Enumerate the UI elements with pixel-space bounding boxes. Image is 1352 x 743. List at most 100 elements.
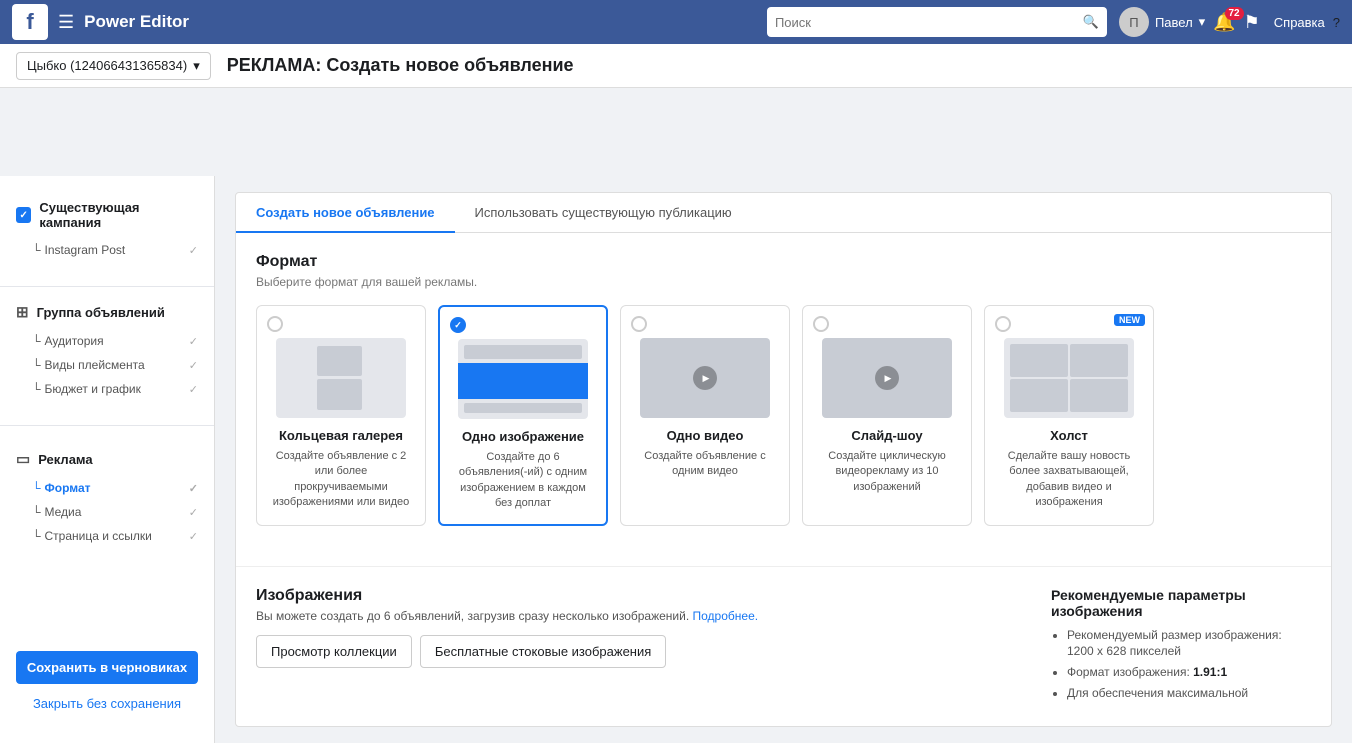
card-body: Формат Выберите формат для вашей рекламы…: [236, 233, 1331, 546]
tree-connector-icon: └: [32, 382, 41, 396]
check-icon: ✓: [189, 383, 198, 396]
help-icon: ?: [1333, 15, 1340, 30]
format-radio-single-video: [631, 316, 647, 332]
images-left: Изображения Вы можете создать до 6 объяв…: [256, 587, 1031, 706]
search-bar[interactable]: 🔍: [767, 7, 1107, 37]
format-desc-carousel: Создайте объявление с 2 или более прокру…: [269, 449, 413, 511]
format-radio-single-image: [450, 317, 466, 333]
tree-connector-icon: └: [32, 505, 41, 519]
media-label: Медиа: [45, 505, 82, 519]
save-drafts-button[interactable]: Сохранить в черновиках: [16, 651, 198, 684]
search-icon: 🔍: [1083, 14, 1099, 30]
check-icon: ✓: [189, 244, 198, 257]
check-icon: ✓: [189, 335, 198, 348]
format-preview-single-image: [458, 339, 588, 419]
format-card-carousel[interactable]: Кольцевая галерея Создайте объявление с …: [256, 305, 426, 526]
tree-connector-icon: └: [32, 358, 41, 372]
divider-2: [0, 425, 214, 426]
account-selector[interactable]: Цыбко (124066431365834) ▾: [16, 52, 211, 80]
notifications-icon-wrap[interactable]: 🔔 72: [1213, 12, 1235, 33]
format-section-desc: Выберите формат для вашей рекламы.: [256, 275, 1311, 289]
rec-item-0: Рекомендуемый размер изображения: 1200 х…: [1067, 627, 1311, 661]
format-name-single-video: Одно видео: [667, 428, 744, 443]
free-stock-button[interactable]: Бесплатные стоковые изображения: [420, 635, 666, 668]
images-right: Рекомендуемые параметры изображения Реко…: [1051, 587, 1311, 706]
subheader: Цыбко (124066431365834) ▾ РЕКЛАМА: Созда…: [0, 44, 1352, 88]
sidebar-item-page-links[interactable]: └ Страница и ссылки ✓: [0, 524, 214, 548]
images-desc-text: Вы можете создать до 6 объявлений, загру…: [256, 609, 689, 623]
fb-logo: f: [12, 4, 48, 40]
sidebar-bottom: Сохранить в черновиках Закрыть без сохра…: [0, 639, 214, 727]
tree-connector-icon: └: [32, 334, 41, 348]
ad-groups-label: Группа объявлений: [37, 305, 165, 320]
format-preview-carousel: [276, 338, 406, 418]
chevron-down-icon: ▾: [193, 58, 200, 74]
format-desc-slideshow: Создайте циклическую видеорекламу из 10 …: [815, 449, 959, 495]
sidebar-item-format[interactable]: └ Формат ✓: [0, 476, 214, 500]
images-section: Изображения Вы можете создать до 6 объяв…: [236, 566, 1331, 726]
app-title: Power Editor: [84, 12, 189, 32]
format-card-canvas[interactable]: NEW: [984, 305, 1154, 526]
rec-list: Рекомендуемый размер изображения: 1200 х…: [1051, 627, 1311, 702]
instagram-post-label: Instagram Post: [45, 243, 126, 257]
content-card: Создать новое объявление Использовать су…: [235, 192, 1332, 727]
menu-icon[interactable]: ☰: [58, 12, 74, 33]
sidebar-item-budget[interactable]: └ Бюджет и график ✓: [0, 377, 214, 401]
format-name-single-image: Одно изображение: [462, 429, 584, 444]
notification-badge: 72: [1225, 7, 1244, 20]
format-card-single-video[interactable]: Одно видео Создайте объявление с одним в…: [620, 305, 790, 526]
check-icon: ✓: [189, 482, 198, 495]
main-layout: ✓ Существующая кампания └ Instagram Post…: [0, 176, 1352, 743]
page-title: РЕКЛАМА: Создать новое объявление: [227, 55, 574, 76]
flag-icon[interactable]: ⚑: [1244, 12, 1260, 33]
images-title: Изображения: [256, 587, 1031, 605]
campaign-item[interactable]: ✓ Существующая кампания: [0, 192, 214, 238]
topnav: f ☰ Power Editor 🔍 П Павел ▾ 🔔 72 ⚑ Спра…: [0, 0, 1352, 44]
audience-label: Аудитория: [45, 334, 104, 348]
help-label[interactable]: Справка: [1274, 15, 1325, 30]
check-icon: ✓: [189, 359, 198, 372]
ads-icon: ▭: [16, 450, 30, 468]
format-desc-single-image: Создайте до 6 объявления(-ий) с одним из…: [452, 450, 594, 512]
tab-use-existing[interactable]: Использовать существующую публикацию: [455, 193, 752, 232]
chevron-down-icon: ▾: [1199, 14, 1206, 30]
format-grid: Кольцевая галерея Создайте объявление с …: [256, 305, 1311, 526]
format-name-canvas: Холст: [1050, 428, 1088, 443]
search-input[interactable]: [775, 15, 1083, 30]
sidebar-item-placement[interactable]: └ Виды плейсмента ✓: [0, 353, 214, 377]
format-radio-carousel: [267, 316, 283, 332]
format-preview-slideshow: [822, 338, 952, 418]
tree-connector-icon: └: [32, 481, 41, 495]
account-label: Цыбко (124066431365834): [27, 58, 187, 73]
format-label: Формат: [45, 481, 91, 495]
close-without-save-button[interactable]: Закрыть без сохранения: [16, 692, 198, 715]
rec-item-2: Для обеспечения максимальной: [1067, 685, 1311, 702]
campaign-checkbox: ✓: [16, 207, 31, 223]
tree-connector-icon: └: [32, 243, 41, 257]
format-card-single-image[interactable]: Одно изображение Создайте до 6 объявлени…: [438, 305, 608, 526]
placement-label: Виды плейсмента: [45, 358, 145, 372]
sidebar-item-media[interactable]: └ Медиа ✓: [0, 500, 214, 524]
format-preview-single-video: [640, 338, 770, 418]
images-desc-link[interactable]: Подробнее.: [693, 609, 759, 623]
check-icon: ✓: [189, 530, 198, 543]
tab-create-new[interactable]: Создать новое объявление: [236, 193, 455, 232]
grid-icon: ⊞: [16, 303, 29, 321]
browse-collection-button[interactable]: Просмотр коллекции: [256, 635, 412, 668]
ad-groups-section: ⊞ Группа объявлений └ Аудитория ✓ └ Виды…: [0, 295, 214, 401]
images-desc: Вы можете создать до 6 объявлений, загру…: [256, 609, 1031, 623]
ads-label: Реклама: [38, 452, 92, 467]
ad-groups-heading: ⊞ Группа объявлений: [0, 295, 214, 329]
rec-title: Рекомендуемые параметры изображения: [1051, 587, 1311, 619]
nav-right: П Павел ▾ 🔔 72 ⚑ Справка ?: [1119, 7, 1340, 37]
sidebar-item-audience[interactable]: └ Аудитория ✓: [0, 329, 214, 353]
nav-user[interactable]: П Павел ▾: [1119, 7, 1205, 37]
sidebar: ✓ Существующая кампания └ Instagram Post…: [0, 176, 215, 743]
main-content: Создать новое объявление Использовать су…: [215, 176, 1352, 743]
play-icon: [693, 366, 717, 390]
instagram-post-item[interactable]: └ Instagram Post ✓: [0, 238, 214, 262]
format-card-slideshow[interactable]: Слайд-шоу Создайте циклическую видеорекл…: [802, 305, 972, 526]
format-name-slideshow: Слайд-шоу: [851, 428, 922, 443]
page-links-label: Страница и ссылки: [45, 529, 152, 543]
check-icon: ✓: [189, 506, 198, 519]
